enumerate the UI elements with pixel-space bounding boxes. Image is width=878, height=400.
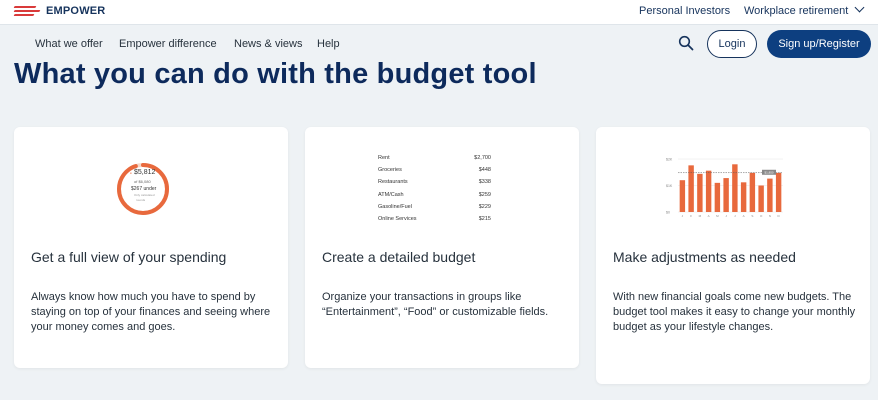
budget-row: ATM/Cash $259 (378, 192, 491, 204)
budget-amount: $215 (478, 215, 491, 222)
chart-bar (758, 185, 764, 212)
chart-bar (732, 164, 738, 212)
x-tick-label: J (725, 214, 727, 218)
x-tick-label: S (751, 214, 753, 218)
signup-register-button[interactable]: Sign up/Register (767, 30, 871, 58)
chart-bar (740, 182, 747, 212)
x-tick-label: A (743, 214, 745, 218)
card-description: With new financial goals come new budget… (613, 291, 856, 333)
workplace-retirement-label: Workplace retirement (744, 5, 849, 17)
spending-ring-graphic: ● $5,812 of $6,080 $267 under Only calcu… (114, 160, 172, 218)
budget-category: Restaurants (378, 179, 408, 186)
feature-card-detailed-budget: Rent $2,700 Groceries $448 Restaurants $338 AT… (305, 127, 579, 368)
budget-amount: $448 (478, 167, 491, 174)
page-title: What you can do with the budget tool (14, 58, 537, 90)
card-title: Make adjustments as needed (613, 249, 796, 265)
x-tick-label: J (682, 214, 684, 218)
nav-help[interactable]: Help (317, 38, 340, 50)
x-tick-label: A (708, 214, 710, 218)
card-title: Get a full view of your spending (31, 249, 227, 265)
nav-empower-difference[interactable]: Empower difference (119, 38, 217, 50)
personal-investors-link[interactable]: Personal Investors (639, 5, 730, 17)
ring-note: Only calculated (134, 193, 155, 197)
chart-bar (767, 178, 773, 212)
budget-category: Gasoline/Fuel (378, 203, 412, 210)
main-nav: What we offer Empower difference News & … (0, 24, 878, 60)
monthly-budget-chart: $2K $1K $0 J F M A M J J A S O N D $1,850 (666, 158, 783, 218)
budget-category: Rent (378, 155, 390, 161)
budget-amount: $229 (478, 203, 491, 210)
reference-label: $1,850 (764, 171, 774, 175)
x-tick-label: D (778, 214, 781, 218)
budget-category: Groceries (378, 167, 402, 174)
workplace-retirement-menu[interactable]: Workplace retirement (744, 2, 865, 17)
budget-table: Rent $2,700 Groceries $448 Restaurants $338 AT… (378, 155, 491, 228)
budget-category: Online Services (378, 215, 417, 222)
top-bar: EMPOWER Personal Investors Workplace ret… (0, 0, 878, 24)
y-tick-label: $0 (666, 211, 670, 215)
budget-amount: $259 (478, 191, 491, 198)
budget-row: Online Services $215 (378, 216, 491, 228)
chart-bar (697, 173, 703, 212)
nav-news-views[interactable]: News & views (234, 38, 302, 50)
x-tick-label: N (769, 214, 771, 218)
budget-category: ATM/Cash (378, 191, 404, 198)
logo-mark-icon (13, 5, 42, 17)
budget-row: Rent $2,700 (378, 155, 491, 167)
y-tick-label: $1K (666, 184, 673, 188)
x-tick-label: M (716, 214, 719, 218)
chart-bar (688, 165, 694, 212)
chart-bar (749, 172, 756, 212)
x-tick-label: J (734, 214, 736, 218)
budget-row: Gasoline/Fuel $229 (378, 204, 491, 216)
y-tick-label: $2K (666, 158, 673, 162)
ring-note-2: rounds (136, 198, 146, 202)
chevron-down-icon (854, 2, 865, 13)
x-tick-label: F (690, 214, 692, 218)
card-description: Organize your transactions in groups lik… (322, 291, 549, 318)
spending-amount-sub: of $6,080 (134, 179, 151, 184)
empower-logo[interactable]: EMPOWER (13, 5, 106, 17)
feature-card-full-view: ● $5,812 of $6,080 $267 under Only calcu… (14, 127, 288, 368)
feature-card-adjustments: $2K $1K $0 J F M A M J J A S O N D $1,850 Make adjustme… (596, 127, 870, 384)
chart-bar (705, 170, 712, 212)
budget-amount: $2,700 (474, 155, 491, 161)
chart-bar (714, 182, 721, 212)
x-tick-label: M (699, 214, 702, 218)
chart-bar (679, 180, 686, 212)
budget-row: Groceries $448 (378, 167, 491, 179)
budget-row: Restaurants $338 (378, 179, 491, 191)
logo-text: EMPOWER (46, 5, 106, 17)
card-title: Create a detailed budget (322, 249, 476, 265)
search-icon[interactable] (678, 35, 694, 51)
chart-bar (723, 178, 729, 212)
x-tick-label: O (760, 214, 763, 218)
budget-amount: $338 (478, 179, 491, 186)
spending-amount: $5,812 (134, 169, 156, 176)
amount-dot-icon: ● (130, 171, 132, 175)
login-button[interactable]: Login (707, 30, 757, 58)
nav-what-we-offer[interactable]: What we offer (35, 38, 103, 50)
chart-bar (775, 172, 782, 212)
under-amount: $267 under (131, 186, 157, 192)
card-description: Always know how much you have to spend b… (31, 291, 271, 333)
